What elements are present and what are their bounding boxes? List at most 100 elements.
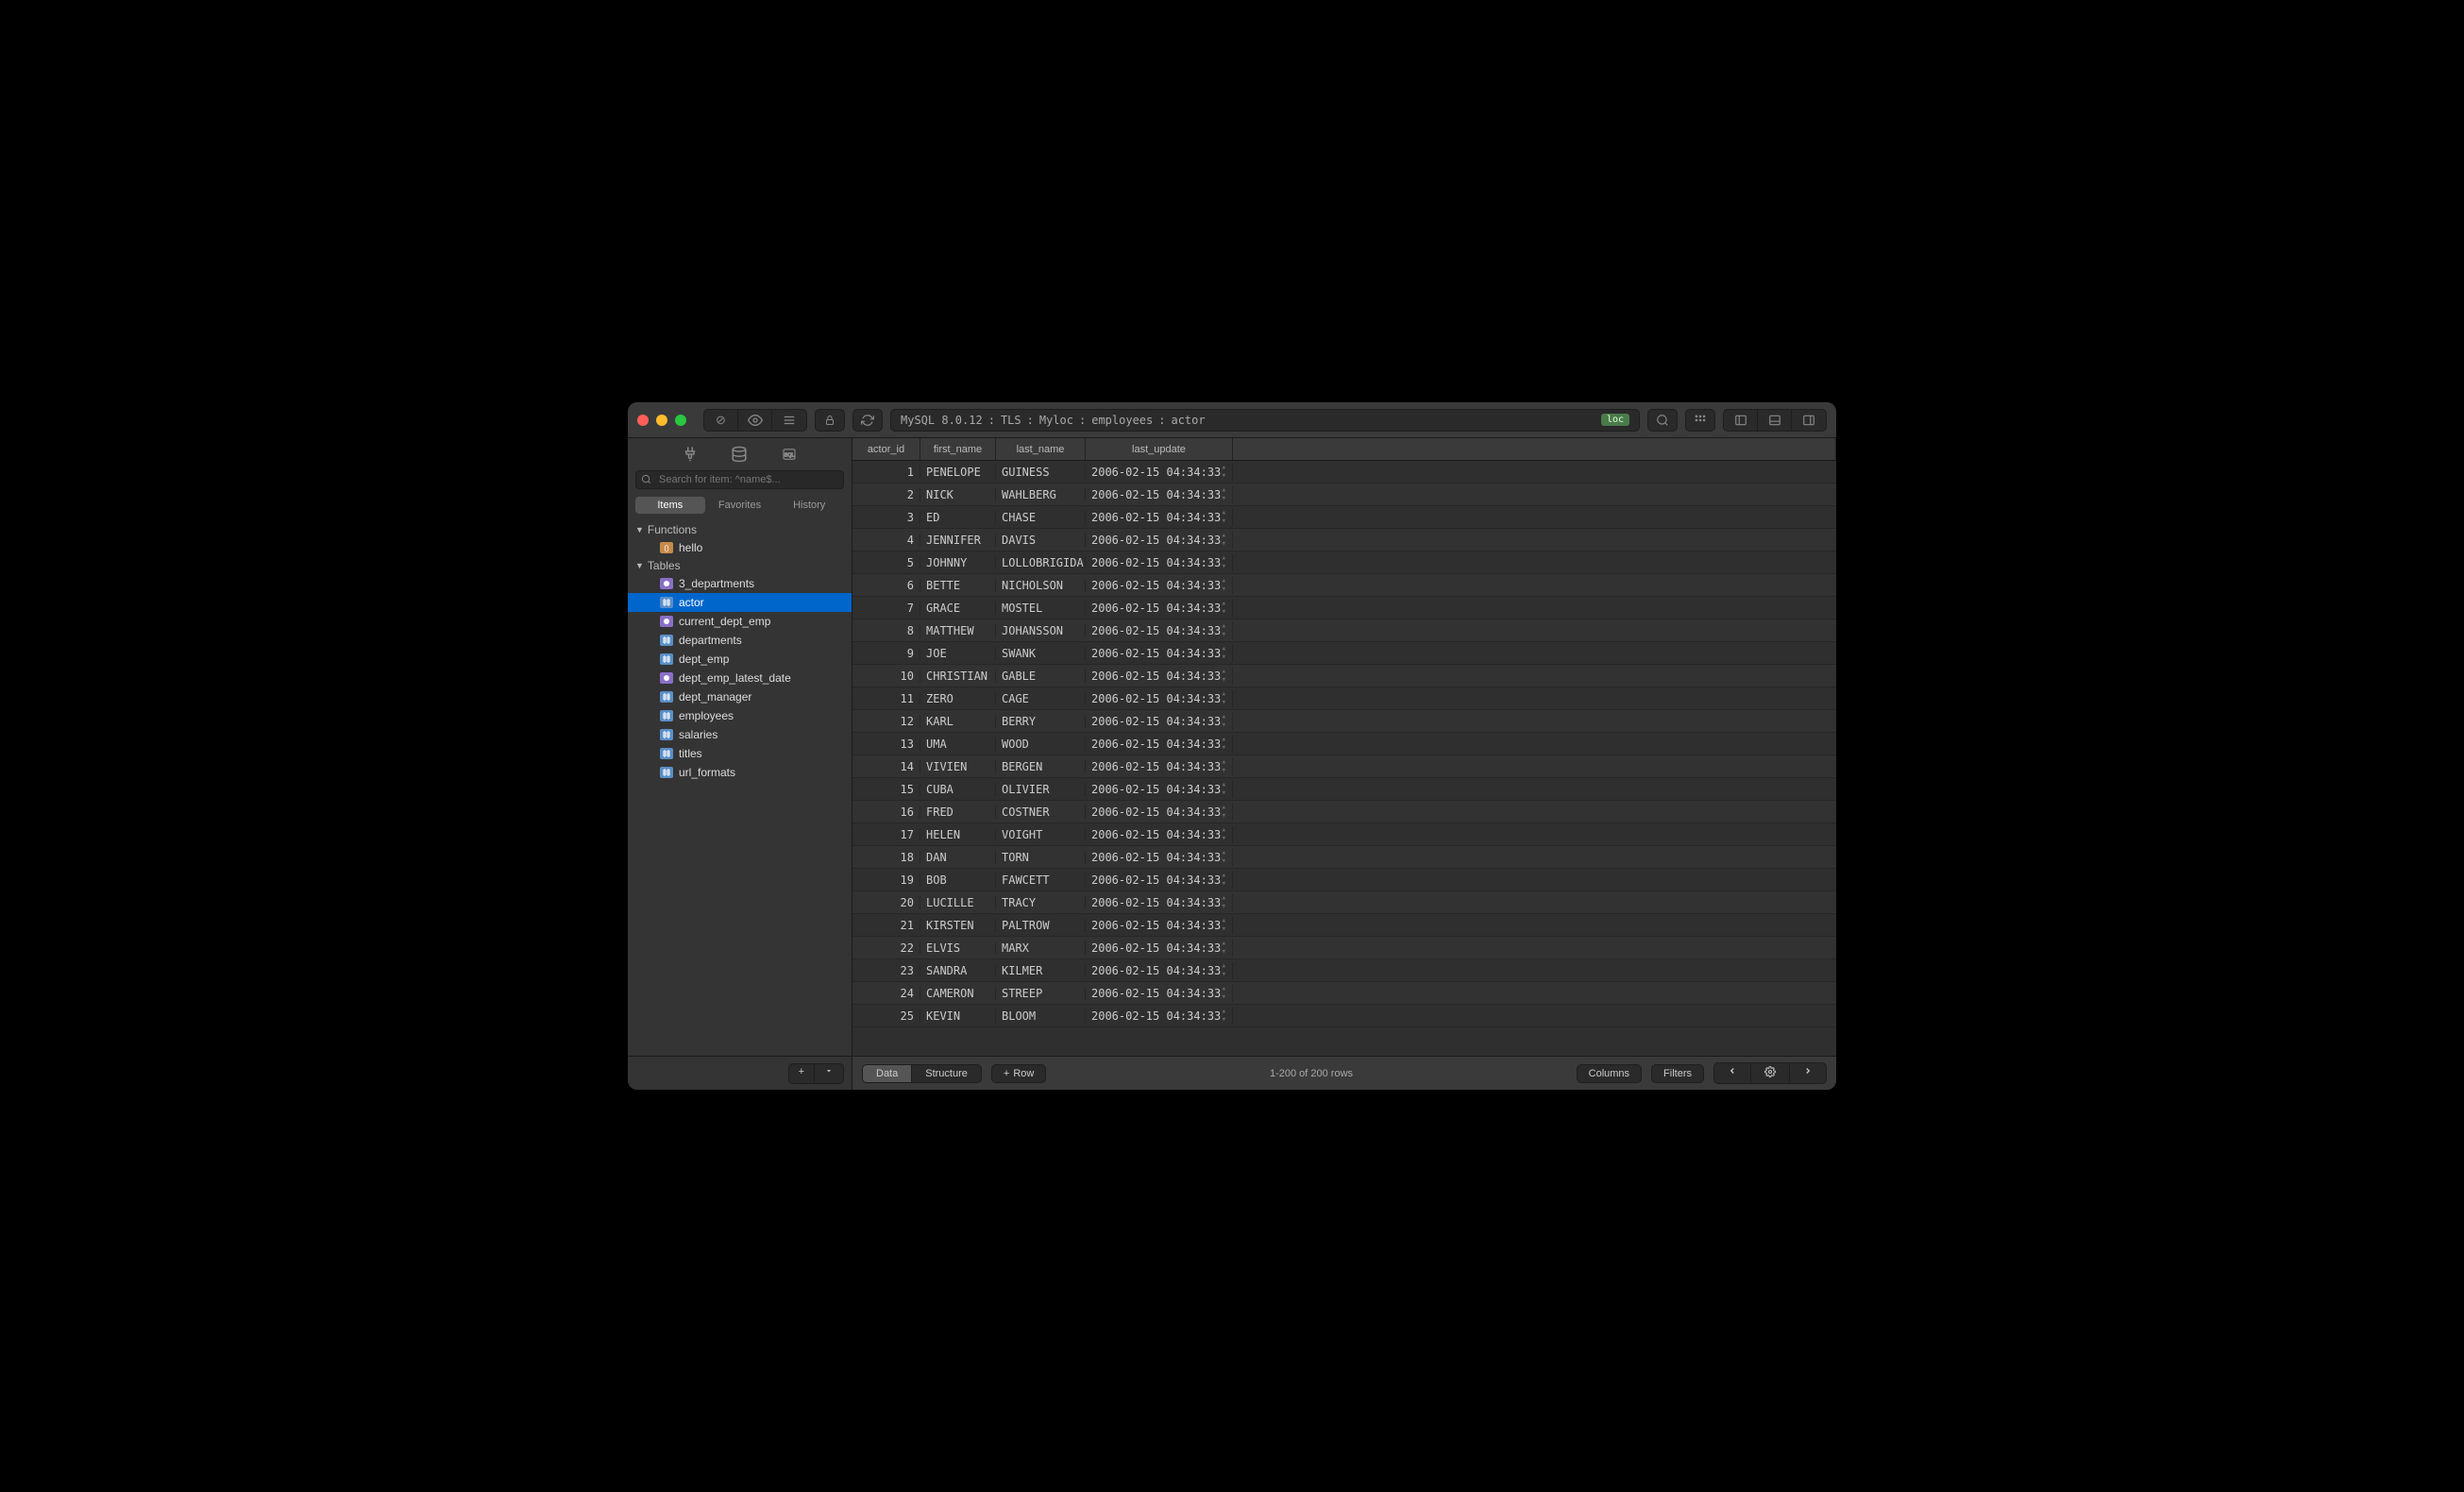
cell-actor-id[interactable]: 18 <box>852 851 920 864</box>
cell-actor-id[interactable]: 21 <box>852 919 920 932</box>
cell-first-name[interactable]: CUBA <box>920 783 996 796</box>
table-row[interactable]: 9 JOE SWANK 2006-02-15 04:34:33 ▴▾ <box>852 642 1836 665</box>
list-icon[interactable] <box>772 410 806 431</box>
cell-last-update[interactable]: 2006-02-15 04:34:33 ▴▾ <box>1086 554 1233 571</box>
cell-last-name[interactable]: FAWCETT <box>996 873 1086 887</box>
table-row[interactable]: 1 PENELOPE GUINESS 2006-02-15 04:34:33 ▴… <box>852 461 1836 483</box>
tab-history[interactable]: History <box>774 497 844 514</box>
columns-button[interactable]: Columns <box>1577 1064 1642 1083</box>
stepper-icon[interactable]: ▴▾ <box>1222 872 1226 889</box>
eye-icon[interactable] <box>738 410 772 431</box>
cell-first-name[interactable]: LUCILLE <box>920 896 996 909</box>
table-row[interactable]: 13 UMA WOOD 2006-02-15 04:34:33 ▴▾ <box>852 733 1836 755</box>
tree-item-table[interactable]: dept_emp_latest_date <box>628 669 852 687</box>
cell-actor-id[interactable]: 9 <box>852 647 920 660</box>
stepper-icon[interactable]: ▴▾ <box>1222 690 1226 707</box>
cell-actor-id[interactable]: 2 <box>852 488 920 501</box>
tree-item-table[interactable]: dept_emp <box>628 650 852 669</box>
stepper-icon[interactable]: ▴▾ <box>1222 464 1226 481</box>
cell-last-update[interactable]: 2006-02-15 04:34:33 ▴▾ <box>1086 917 1233 934</box>
tree-group-functions[interactable]: ▼ Functions <box>628 521 852 538</box>
cell-actor-id[interactable]: 25 <box>852 1009 920 1023</box>
cell-last-name[interactable]: BLOOM <box>996 1009 1086 1023</box>
add-button[interactable]: + <box>789 1064 815 1083</box>
filters-button[interactable]: Filters <box>1651 1064 1704 1083</box>
cell-last-update[interactable]: 2006-02-15 04:34:33 ▴▾ <box>1086 940 1233 957</box>
tree-item-table[interactable]: actor <box>628 593 852 612</box>
table-row[interactable]: 20 LUCILLE TRACY 2006-02-15 04:34:33 ▴▾ <box>852 891 1836 914</box>
cell-first-name[interactable]: KEVIN <box>920 1009 996 1023</box>
cell-last-name[interactable]: GABLE <box>996 670 1086 683</box>
stepper-icon[interactable]: ▴▾ <box>1222 645 1226 662</box>
tree-item-table[interactable]: titles <box>628 744 852 763</box>
cell-actor-id[interactable]: 12 <box>852 715 920 728</box>
cell-first-name[interactable]: ED <box>920 511 996 524</box>
cell-last-name[interactable]: PALTROW <box>996 919 1086 932</box>
cell-first-name[interactable]: ELVIS <box>920 941 996 955</box>
cell-last-update[interactable]: 2006-02-15 04:34:33 ▴▾ <box>1086 872 1233 889</box>
cell-last-name[interactable]: LOLLOBRIGIDA <box>996 556 1086 569</box>
minimize-window-button[interactable] <box>656 415 667 426</box>
refresh-icon[interactable] <box>853 410 882 431</box>
stepper-icon[interactable]: ▴▾ <box>1222 781 1226 798</box>
table-row[interactable]: 11 ZERO CAGE 2006-02-15 04:34:33 ▴▾ <box>852 687 1836 710</box>
stepper-icon[interactable]: ▴▾ <box>1222 622 1226 639</box>
cell-last-update[interactable]: 2006-02-15 04:34:33 ▴▾ <box>1086 804 1233 821</box>
cell-last-name[interactable]: BERGEN <box>996 760 1086 773</box>
cell-last-update[interactable]: 2006-02-15 04:34:33 ▴▾ <box>1086 1008 1233 1025</box>
cell-first-name[interactable]: JOHNNY <box>920 556 996 569</box>
cell-first-name[interactable]: SANDRA <box>920 964 996 977</box>
cell-last-name[interactable]: VOIGHT <box>996 828 1086 841</box>
connection-icon[interactable] <box>681 445 700 464</box>
table-row[interactable]: 18 DAN TORN 2006-02-15 04:34:33 ▴▾ <box>852 846 1836 869</box>
grid-icon[interactable] <box>1686 410 1714 431</box>
cell-last-update[interactable]: 2006-02-15 04:34:33 ▴▾ <box>1086 849 1233 866</box>
cell-actor-id[interactable]: 23 <box>852 964 920 977</box>
next-page-button[interactable] <box>1790 1063 1826 1083</box>
table-row[interactable]: 16 FRED COSTNER 2006-02-15 04:34:33 ▴▾ <box>852 801 1836 823</box>
cell-last-update[interactable]: 2006-02-15 04:34:33 ▴▾ <box>1086 464 1233 481</box>
cell-last-update[interactable]: 2006-02-15 04:34:33 ▴▾ <box>1086 600 1233 617</box>
cell-actor-id[interactable]: 16 <box>852 805 920 819</box>
stepper-icon[interactable]: ▴▾ <box>1222 804 1226 821</box>
cell-first-name[interactable]: GRACE <box>920 602 996 615</box>
cell-first-name[interactable]: MATTHEW <box>920 624 996 637</box>
tab-favorites[interactable]: Favorites <box>705 497 775 514</box>
table-row[interactable]: 14 VIVIEN BERGEN 2006-02-15 04:34:33 ▴▾ <box>852 755 1836 778</box>
cell-first-name[interactable]: JOE <box>920 647 996 660</box>
data-tab[interactable]: Data <box>863 1065 912 1082</box>
tree-item-table[interactable]: employees <box>628 706 852 725</box>
tree-item-table[interactable]: dept_manager <box>628 687 852 706</box>
stepper-icon[interactable]: ▴▾ <box>1222 758 1226 775</box>
breadcrumb[interactable]: MySQL 8.0.12 : TLS : Myloc : employees :… <box>890 409 1640 432</box>
cell-actor-id[interactable]: 11 <box>852 692 920 705</box>
tree-item-table[interactable]: departments <box>628 631 852 650</box>
table-row[interactable]: 6 BETTE NICHOLSON 2006-02-15 04:34:33 ▴▾ <box>852 574 1836 597</box>
tree-item-table[interactable]: salaries <box>628 725 852 744</box>
cell-first-name[interactable]: VIVIEN <box>920 760 996 773</box>
table-row[interactable]: 23 SANDRA KILMER 2006-02-15 04:34:33 ▴▾ <box>852 959 1836 982</box>
cell-actor-id[interactable]: 24 <box>852 987 920 1000</box>
table-row[interactable]: 8 MATTHEW JOHANSSON 2006-02-15 04:34:33 … <box>852 619 1836 642</box>
table-row[interactable]: 3 ED CHASE 2006-02-15 04:34:33 ▴▾ <box>852 506 1836 529</box>
stepper-icon[interactable]: ▴▾ <box>1222 554 1226 571</box>
cell-last-update[interactable]: 2006-02-15 04:34:33 ▴▾ <box>1086 622 1233 639</box>
cell-last-update[interactable]: 2006-02-15 04:34:33 ▴▾ <box>1086 532 1233 549</box>
cell-actor-id[interactable]: 3 <box>852 511 920 524</box>
table-row[interactable]: 24 CAMERON STREEP 2006-02-15 04:34:33 ▴▾ <box>852 982 1836 1005</box>
table-row[interactable]: 5 JOHNNY LOLLOBRIGIDA 2006-02-15 04:34:3… <box>852 551 1836 574</box>
stepper-icon[interactable]: ▴▾ <box>1222 1008 1226 1025</box>
cell-last-name[interactable]: KILMER <box>996 964 1086 977</box>
cell-first-name[interactable]: HELEN <box>920 828 996 841</box>
stepper-icon[interactable]: ▴▾ <box>1222 962 1226 979</box>
cell-first-name[interactable]: ZERO <box>920 692 996 705</box>
cell-first-name[interactable]: KIRSTEN <box>920 919 996 932</box>
stepper-icon[interactable]: ▴▾ <box>1222 486 1226 503</box>
stepper-icon[interactable]: ▴▾ <box>1222 736 1226 753</box>
table-row[interactable]: 17 HELEN VOIGHT 2006-02-15 04:34:33 ▴▾ <box>852 823 1836 846</box>
cell-last-update[interactable]: 2006-02-15 04:34:33 ▴▾ <box>1086 962 1233 979</box>
cell-actor-id[interactable]: 7 <box>852 602 920 615</box>
cell-last-update[interactable]: 2006-02-15 04:34:33 ▴▾ <box>1086 736 1233 753</box>
cell-last-update[interactable]: 2006-02-15 04:34:33 ▴▾ <box>1086 985 1233 1002</box>
table-row[interactable]: 4 JENNIFER DAVIS 2006-02-15 04:34:33 ▴▾ <box>852 529 1836 551</box>
